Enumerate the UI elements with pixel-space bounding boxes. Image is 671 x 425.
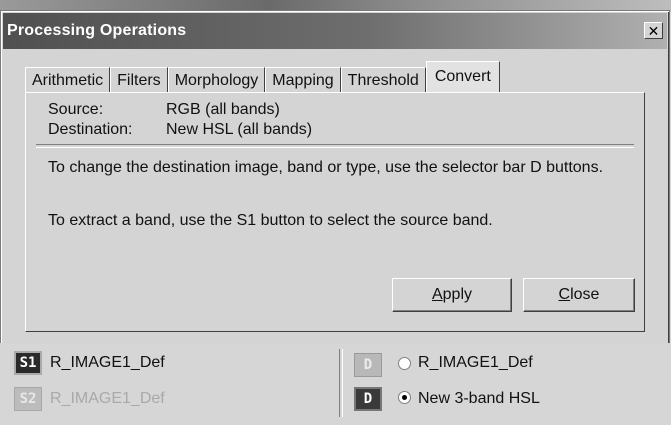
selector-bar: S1 R_IMAGE1_Def S2 R_IMAGE1_Def D R_IMAG… bbox=[0, 343, 671, 425]
source-value: RGB (all bands) bbox=[166, 101, 280, 118]
d-top-image-label: R_IMAGE1_Def bbox=[418, 354, 533, 371]
close-accelerator: C bbox=[558, 286, 571, 303]
title-bar[interactable]: Processing Operations ✕ bbox=[3, 13, 667, 49]
extract-help-text: To extract a band, use the S1 button to … bbox=[48, 212, 493, 229]
tab-filters[interactable]: Filters bbox=[110, 67, 168, 93]
convert-tab-panel: Source: RGB (all bands) Destination: New H… bbox=[25, 92, 645, 332]
tab-arithmetic[interactable]: Arithmetic bbox=[25, 67, 111, 93]
d-bottom-radio[interactable] bbox=[398, 391, 411, 404]
panel-divider bbox=[36, 144, 634, 148]
close-label-rest: lose bbox=[570, 286, 600, 303]
destination-help-text: To change the destination image, band or… bbox=[48, 159, 604, 176]
destination-value: New HSL (all bands) bbox=[166, 121, 313, 138]
source-row: Source: RGB (all bands) bbox=[48, 101, 280, 119]
d-top-radio[interactable] bbox=[398, 357, 411, 370]
apply-button[interactable]: Apply bbox=[392, 278, 512, 312]
tab-mapping[interactable]: Mapping bbox=[265, 67, 341, 93]
tab-strip: Arithmetic Filters Morphology Mapping Th… bbox=[25, 61, 500, 93]
d-button-top[interactable]: D bbox=[354, 353, 382, 377]
close-icon[interactable]: ✕ bbox=[644, 22, 663, 39]
s2-image-label: R_IMAGE1_Def bbox=[50, 390, 165, 407]
tab-convert[interactable]: Convert bbox=[425, 61, 500, 93]
close-button[interactable]: Close bbox=[523, 278, 635, 312]
s1-image-label: R_IMAGE1_Def bbox=[50, 354, 165, 371]
s2-button[interactable]: S2 bbox=[14, 387, 42, 411]
destination-row: Destination: New HSL (all bands) bbox=[48, 121, 312, 139]
processing-operations-dialog: Processing Operations ✕ Arithmetic Filte… bbox=[0, 10, 670, 347]
s1-button[interactable]: S1 bbox=[14, 351, 42, 375]
d-bottom-image-label: New 3-band HSL bbox=[418, 390, 540, 407]
apply-accelerator: A bbox=[431, 286, 443, 303]
destination-label: Destination: bbox=[48, 121, 133, 138]
selector-divider bbox=[339, 349, 343, 417]
dialog-title: Processing Operations bbox=[7, 22, 187, 39]
source-label: Source: bbox=[48, 101, 104, 118]
d-button-bottom[interactable]: D bbox=[354, 387, 382, 411]
apply-label-rest: pply bbox=[442, 286, 473, 303]
tab-morphology[interactable]: Morphology bbox=[167, 67, 266, 93]
tab-threshold[interactable]: Threshold bbox=[340, 67, 426, 93]
